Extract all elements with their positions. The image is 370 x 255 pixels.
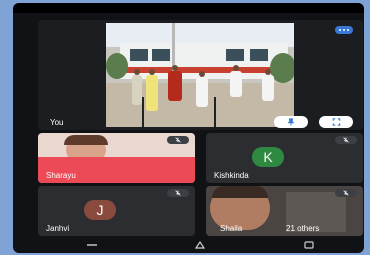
avatar-initial: K	[263, 149, 273, 165]
mic-off-icon	[175, 190, 181, 196]
main-speaker-tile[interactable]: You	[38, 20, 363, 130]
participant-name: Sharayu	[46, 171, 76, 180]
avatar: K	[252, 147, 284, 167]
fullscreen-button[interactable]	[319, 116, 353, 128]
mic-off-icon	[343, 190, 349, 196]
participant-name: Janhvi	[46, 224, 70, 233]
pin-icon	[287, 118, 295, 126]
fullscreen-icon	[332, 118, 340, 126]
others-count[interactable]: 21 others	[286, 224, 319, 233]
participant-name: Kishkinda	[214, 171, 249, 180]
mic-off-indicator	[335, 189, 357, 197]
mic-off-indicator	[167, 136, 189, 144]
participant-tile[interactable]: Shaila 21 others	[206, 186, 363, 236]
avatar-initial: J	[96, 202, 104, 218]
participant-tile[interactable]: K Kishkinda	[206, 133, 363, 183]
participant-name: Shaila	[220, 224, 243, 233]
nav-back-icon[interactable]	[302, 241, 316, 249]
avatar: J	[84, 200, 116, 220]
mic-off-icon	[343, 137, 349, 143]
mic-off-indicator	[335, 136, 357, 144]
pin-button[interactable]	[274, 116, 308, 128]
mic-off-icon	[175, 137, 181, 143]
nav-home-icon[interactable]	[193, 241, 207, 249]
participant-tile[interactable]: J Janhvi	[38, 186, 195, 236]
more-options-icon[interactable]	[335, 26, 353, 34]
participant-tile[interactable]: Sharayu	[38, 133, 195, 183]
status-bar	[13, 3, 364, 13]
main-video	[106, 23, 294, 127]
navigation-bar	[38, 239, 363, 251]
speaker-name-label: You	[50, 118, 64, 127]
nav-recents-icon[interactable]	[85, 241, 99, 249]
mic-off-indicator	[167, 189, 189, 197]
